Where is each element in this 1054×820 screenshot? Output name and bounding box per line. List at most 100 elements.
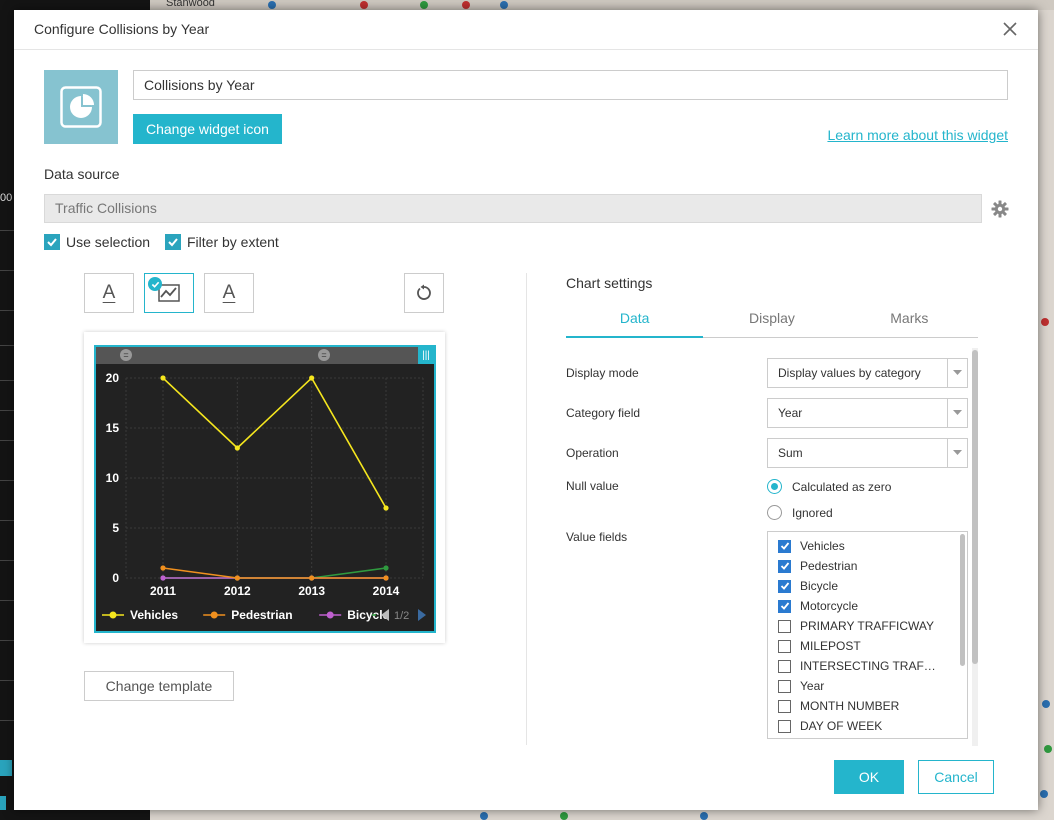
dialog-header: Configure Collisions by Year: [14, 10, 1038, 50]
tab-display[interactable]: Display: [703, 306, 840, 337]
x-tick-label: 2011: [150, 584, 176, 598]
data-point-pedestrian: [160, 565, 166, 571]
checkbox-checked-icon: [778, 539, 791, 553]
resize-handle-icon[interactable]: =: [120, 349, 132, 361]
panel-divider: [526, 273, 527, 745]
checkbox-checked-icon: [778, 579, 791, 593]
display-mode-value: Display values by category: [778, 366, 921, 380]
value-field-item[interactable]: Year: [778, 679, 824, 693]
category-field-value: Year: [778, 406, 803, 420]
y-tick-label: 20: [106, 371, 120, 385]
data-source-field[interactable]: Traffic Collisions: [44, 194, 982, 223]
null-ignored-radio[interactable]: Ignored: [767, 505, 833, 520]
chart-settings-tabs: Data Display Marks: [566, 306, 978, 338]
display-mode-select[interactable]: Display values by category: [767, 358, 968, 388]
chevron-down-icon: [947, 359, 967, 387]
refresh-icon: [417, 284, 431, 300]
tab-data[interactable]: Data: [566, 306, 704, 338]
widget-name-input[interactable]: [133, 70, 1008, 100]
data-point-pedestrian: [309, 575, 315, 581]
value-fields-list: Vehicles Pedestrian Bicycle Motorcycle P…: [767, 531, 968, 739]
data-point-vehicles: [309, 375, 315, 381]
data-point-pedestrian: [234, 575, 240, 581]
legend-marker-icon: [109, 611, 117, 619]
checkbox-unchecked-icon: [778, 619, 791, 633]
value-field-item[interactable]: DAY OF WEEK: [778, 719, 882, 733]
template-title-top-button[interactable]: A: [84, 273, 134, 313]
settings-scrollbar[interactable]: [972, 348, 978, 746]
y-tick-label: 0: [112, 571, 119, 585]
configure-widget-dialog: Configure Collisions by Year Change widg…: [14, 10, 1038, 810]
data-point-vehicles: [160, 375, 166, 381]
checkbox-unchecked-icon: [778, 699, 791, 713]
template-chart-button[interactable]: [144, 273, 194, 313]
change-template-button[interactable]: Change template: [84, 671, 234, 701]
filter-by-extent-label: Filter by extent: [187, 234, 279, 250]
template-title-bottom-button[interactable]: A: [204, 273, 254, 313]
reset-template-button[interactable]: [404, 273, 444, 313]
radio-selected-icon: [767, 479, 782, 494]
checkbox-unchecked-icon: [778, 679, 791, 693]
ok-button[interactable]: OK: [834, 760, 904, 794]
use-selection-label: Use selection: [66, 234, 151, 250]
text-template-icon: A: [102, 282, 116, 303]
value-field-item[interactable]: INTERSECTING TRAF…: [778, 659, 936, 673]
null-value-label: Null value: [566, 479, 619, 493]
y-tick-label: 10: [106, 471, 120, 485]
value-fields-label: Value fields: [566, 530, 628, 544]
display-mode-label: Display mode: [566, 366, 639, 380]
side-panel-selection: [0, 760, 12, 776]
filter-by-extent-checkbox[interactable]: Filter by extent: [165, 234, 279, 250]
series-line-vehicles: [162, 376, 387, 509]
legend-marker-icon: [210, 611, 218, 619]
chart-frame[interactable]: = = ||| 0 5 10 15 20 2011 2012 2013 2014 Vehicles…: [94, 345, 436, 633]
null-option-label: Ignored: [792, 505, 833, 520]
category-field-label: Category field: [566, 406, 641, 420]
checkbox-checked-icon: [778, 559, 791, 573]
legend-page-indicator: 1/2: [394, 610, 409, 622]
operation-select[interactable]: Sum: [767, 438, 968, 468]
value-field-item[interactable]: MILEPOST: [778, 639, 861, 653]
data-point-vehicles: [234, 445, 240, 451]
gear-icon[interactable]: [990, 199, 1010, 219]
checkbox-checked-icon: [165, 234, 181, 250]
line-chart: 0 5 10 15 20 2011 2012 2013 2014 Vehicles Pedestri…: [102, 371, 426, 622]
close-icon[interactable]: [1002, 21, 1018, 37]
value-field-item[interactable]: Bicycle: [778, 579, 838, 593]
legend-next-arrow-icon[interactable]: [418, 609, 426, 621]
column-handle-icon[interactable]: |||: [418, 347, 434, 364]
x-tick-label: 2012: [224, 584, 251, 598]
x-tick-label: 2013: [298, 584, 325, 598]
data-source-label: Data source: [44, 166, 120, 182]
legend-item-label: Vehicles: [130, 608, 178, 622]
learn-more-link[interactable]: Learn more about this widget: [827, 127, 1008, 143]
use-selection-checkbox[interactable]: Use selection: [44, 234, 150, 250]
chart-resize-bar[interactable]: = = |||: [96, 347, 434, 364]
tab-marks[interactable]: Marks: [841, 306, 978, 337]
operation-label: Operation: [566, 446, 619, 460]
data-point-vehicles: [383, 505, 389, 511]
null-calculated-zero-radio[interactable]: Calculated as zero: [767, 479, 891, 494]
chart-preview-card: = = ||| 0 5 10 15 20 2011 2012 2013 2014 Vehicles…: [84, 332, 445, 643]
value-field-item[interactable]: MONTH NUMBER: [778, 699, 899, 713]
y-tick-label: 5: [112, 521, 119, 535]
value-fields-scrollbar[interactable]: [960, 534, 965, 666]
data-point-bicycle: [160, 575, 166, 581]
category-field-select[interactable]: Year: [767, 398, 968, 428]
cancel-button[interactable]: Cancel: [918, 760, 994, 794]
value-field-item[interactable]: PRIMARY TRAFFICWAY: [778, 619, 934, 633]
resize-handle-icon[interactable]: =: [318, 349, 330, 361]
legend-marker-icon: [326, 611, 334, 619]
checkbox-unchecked-icon: [778, 719, 791, 733]
selected-check-icon: [148, 277, 162, 291]
change-widget-icon-button[interactable]: Change widget icon: [133, 114, 282, 144]
checkbox-checked-icon: [44, 234, 60, 250]
value-field-item[interactable]: Pedestrian: [778, 559, 857, 573]
side-panel-text: 00: [0, 192, 13, 204]
legend-item-label: Pedestrian: [231, 608, 292, 622]
radio-unselected-icon: [767, 505, 782, 520]
value-field-item[interactable]: Motorcycle: [778, 599, 858, 613]
chevron-down-icon: [947, 399, 967, 427]
value-field-item[interactable]: Vehicles: [778, 539, 845, 553]
pie-chart-icon: [60, 86, 102, 128]
